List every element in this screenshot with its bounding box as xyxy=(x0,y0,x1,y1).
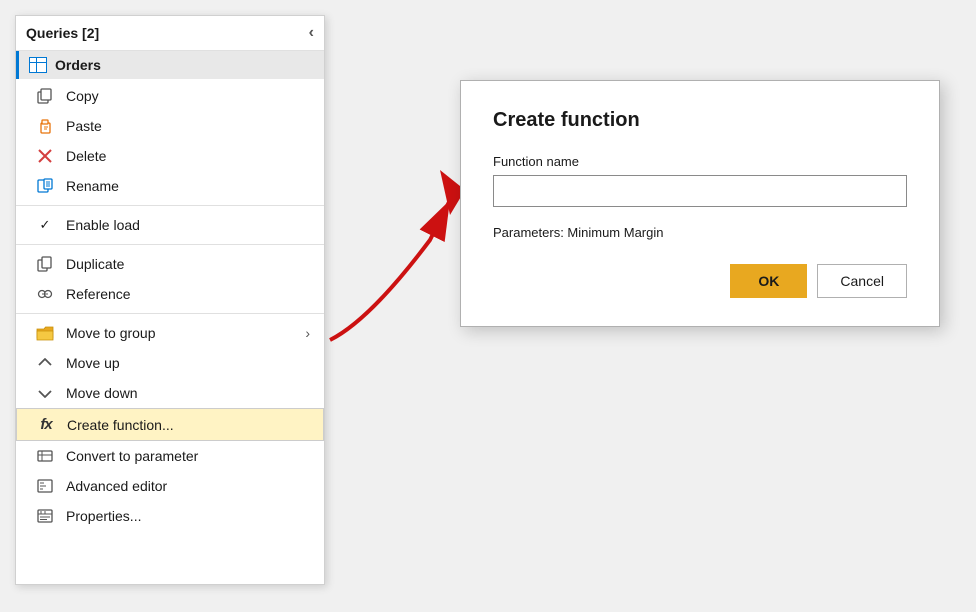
duplicate-label: Duplicate xyxy=(66,256,310,272)
menu-item-move-to-group[interactable]: Move to group › xyxy=(16,318,324,348)
convert-to-parameter-label: Convert to parameter xyxy=(66,448,310,464)
rename-icon xyxy=(34,178,56,194)
paste-label: Paste xyxy=(66,118,310,134)
duplicate-icon xyxy=(34,256,56,272)
menu-item-move-up[interactable]: Move up xyxy=(16,348,324,378)
move-down-label: Move down xyxy=(66,385,310,401)
arrow-annotation xyxy=(310,60,475,370)
fx-icon: fx xyxy=(35,416,57,433)
menu-item-duplicate[interactable]: Duplicate xyxy=(16,249,324,279)
enable-load-label: Enable load xyxy=(66,217,310,233)
move-to-group-label: Move to group xyxy=(66,325,305,341)
cancel-button[interactable]: Cancel xyxy=(817,264,907,298)
function-name-input[interactable] xyxy=(493,175,907,207)
menu-item-reference[interactable]: Reference xyxy=(16,279,324,309)
copy-label: Copy xyxy=(66,88,310,104)
create-function-label: Create function... xyxy=(67,417,309,433)
dialog-buttons: OK Cancel xyxy=(493,264,907,298)
move-up-label: Move up xyxy=(66,355,310,371)
advanced-editor-label: Advanced editor xyxy=(66,478,310,494)
properties-label: Properties... xyxy=(66,508,310,524)
menu-item-copy[interactable]: Copy xyxy=(16,81,324,111)
divider-2 xyxy=(16,244,324,245)
reference-label: Reference xyxy=(66,286,310,302)
parameters-label: Parameters: Minimum Margin xyxy=(493,225,907,240)
menu-item-properties[interactable]: Properties... xyxy=(16,501,324,531)
copy-icon xyxy=(34,88,56,104)
rename-label: Rename xyxy=(66,178,310,194)
panel-header: Queries [2] ‹ xyxy=(16,16,324,51)
create-function-dialog: Create function Function name Parameters… xyxy=(460,80,940,327)
menu-item-paste[interactable]: Paste xyxy=(16,111,324,141)
divider-1 xyxy=(16,205,324,206)
divider-3 xyxy=(16,313,324,314)
checkmark-icon: ✓ xyxy=(34,217,56,233)
delete-icon xyxy=(34,148,56,164)
reference-icon xyxy=(34,286,56,302)
menu-item-advanced-editor[interactable]: Advanced editor xyxy=(16,471,324,501)
context-menu-panel: Queries [2] ‹ Orders Copy xyxy=(15,15,325,585)
collapse-button[interactable]: ‹ xyxy=(309,24,314,42)
menu-item-enable-load[interactable]: ✓ Enable load xyxy=(16,210,324,240)
move-down-icon xyxy=(34,387,56,399)
table-icon xyxy=(29,57,47,73)
orders-item[interactable]: Orders xyxy=(16,51,324,79)
paste-icon xyxy=(34,118,56,134)
ok-button[interactable]: OK xyxy=(730,264,807,298)
menu-item-create-function[interactable]: fx Create function... xyxy=(16,408,324,441)
submenu-arrow-icon: › xyxy=(305,325,310,341)
convert-icon xyxy=(34,448,56,464)
menu-item-move-down[interactable]: Move down xyxy=(16,378,324,408)
panel-title: Queries [2] xyxy=(26,25,99,41)
move-up-icon xyxy=(34,357,56,369)
menu-item-convert-to-parameter[interactable]: Convert to parameter xyxy=(16,441,324,471)
advanced-editor-icon xyxy=(34,478,56,494)
menu-item-rename[interactable]: Rename xyxy=(16,171,324,201)
dialog-title: Create function xyxy=(493,109,907,132)
delete-label: Delete xyxy=(66,148,310,164)
menu-item-delete[interactable]: Delete xyxy=(16,141,324,171)
function-name-label: Function name xyxy=(493,154,907,169)
properties-icon xyxy=(34,508,56,524)
folder-icon xyxy=(34,325,56,341)
orders-label: Orders xyxy=(55,57,101,73)
